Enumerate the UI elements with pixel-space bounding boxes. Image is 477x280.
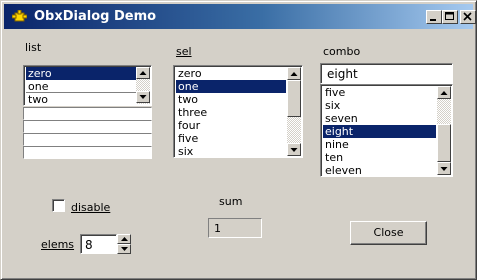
list-empty-row	[23, 107, 152, 120]
combo-item[interactable]: nine	[323, 138, 436, 151]
disable-label-text: disable	[71, 201, 111, 214]
scroll-thumb[interactable]	[437, 124, 451, 162]
sel-item[interactable]: four	[176, 119, 286, 132]
close-window-button[interactable]	[460, 10, 476, 24]
scroll-down-button[interactable]	[437, 162, 451, 175]
list-box[interactable]: zero one two	[23, 65, 152, 106]
arrow-down-icon	[139, 95, 147, 99]
sel-label: sel	[176, 45, 192, 58]
maximize-button[interactable]	[442, 10, 458, 24]
combo-item[interactable]: six	[323, 99, 436, 112]
scroll-down-button[interactable]	[136, 91, 150, 103]
sel-item[interactable]: zero	[176, 67, 286, 80]
combo-input[interactable]: eight	[320, 63, 453, 84]
list-label: list	[25, 41, 42, 54]
spin-up-button[interactable]	[117, 234, 131, 244]
sel-item[interactable]: two	[176, 93, 286, 106]
scroll-up-button[interactable]	[287, 67, 301, 80]
arrow-down-icon	[121, 247, 128, 251]
disable-checkbox[interactable]	[52, 199, 65, 212]
arrow-up-icon	[290, 71, 298, 76]
combo-item[interactable]: eleven	[323, 164, 436, 177]
disable-label[interactable]: disable	[71, 201, 110, 214]
combo-item[interactable]: seven	[323, 112, 436, 125]
list-item[interactable]: one	[26, 80, 136, 93]
maximize-icon	[445, 12, 454, 20]
sel-label-text: sel	[176, 45, 192, 58]
sel-scrollbar[interactable]	[287, 67, 301, 156]
scroll-thumb[interactable]	[287, 80, 301, 117]
list-scrollbar[interactable]	[136, 67, 150, 104]
combo-item[interactable]: five	[323, 86, 436, 99]
app-puzzle-icon	[12, 10, 27, 22]
scroll-up-button[interactable]	[437, 86, 451, 99]
close-button[interactable]: Close	[350, 221, 427, 245]
arrow-up-icon	[121, 237, 128, 241]
list-empty-row	[23, 120, 152, 133]
sum-field: 1	[208, 218, 262, 238]
elems-label: elems	[41, 238, 74, 251]
sum-label: sum	[219, 195, 243, 208]
window-title: ObxDialog Demo	[34, 9, 157, 24]
minimize-button[interactable]	[426, 10, 442, 24]
list-empty-row	[23, 133, 152, 146]
combo-item[interactable]: eight	[323, 125, 436, 138]
arrow-down-icon	[440, 166, 448, 171]
sum-value: 1	[214, 222, 221, 235]
sel-item[interactable]: six	[176, 145, 286, 158]
sel-item[interactable]: five	[176, 132, 286, 145]
combo-scrollbar[interactable]	[437, 86, 451, 175]
combo-item[interactable]: ten	[323, 151, 436, 164]
combo-label: combo	[323, 45, 361, 58]
minimize-icon	[430, 19, 436, 21]
sel-item[interactable]: three	[176, 106, 286, 119]
dialog-window: ObxDialog Demo list zero one two sel zer…	[0, 0, 477, 280]
close-icon	[463, 12, 472, 21]
arrow-up-icon	[440, 90, 448, 95]
arrow-up-icon	[139, 71, 147, 75]
scroll-down-button[interactable]	[287, 143, 301, 156]
list-item[interactable]: zero	[26, 67, 136, 80]
arrow-down-icon	[290, 147, 298, 152]
combo-dropdown-list[interactable]: five six seven eight nine ten eleven	[320, 84, 453, 177]
sel-item[interactable]: one	[176, 80, 286, 93]
list-item[interactable]: two	[26, 93, 136, 106]
sel-listbox[interactable]: zero one two three four five six	[173, 65, 303, 158]
title-bar[interactable]: ObxDialog Demo	[4, 4, 476, 29]
spin-down-button[interactable]	[117, 244, 131, 254]
elems-input[interactable]: 8	[80, 234, 117, 254]
combo-value: eight	[327, 67, 358, 81]
elems-value: 8	[85, 238, 93, 252]
elems-label-text: elems	[41, 238, 75, 251]
scroll-up-button[interactable]	[136, 67, 150, 79]
list-empty-row	[23, 146, 152, 159]
